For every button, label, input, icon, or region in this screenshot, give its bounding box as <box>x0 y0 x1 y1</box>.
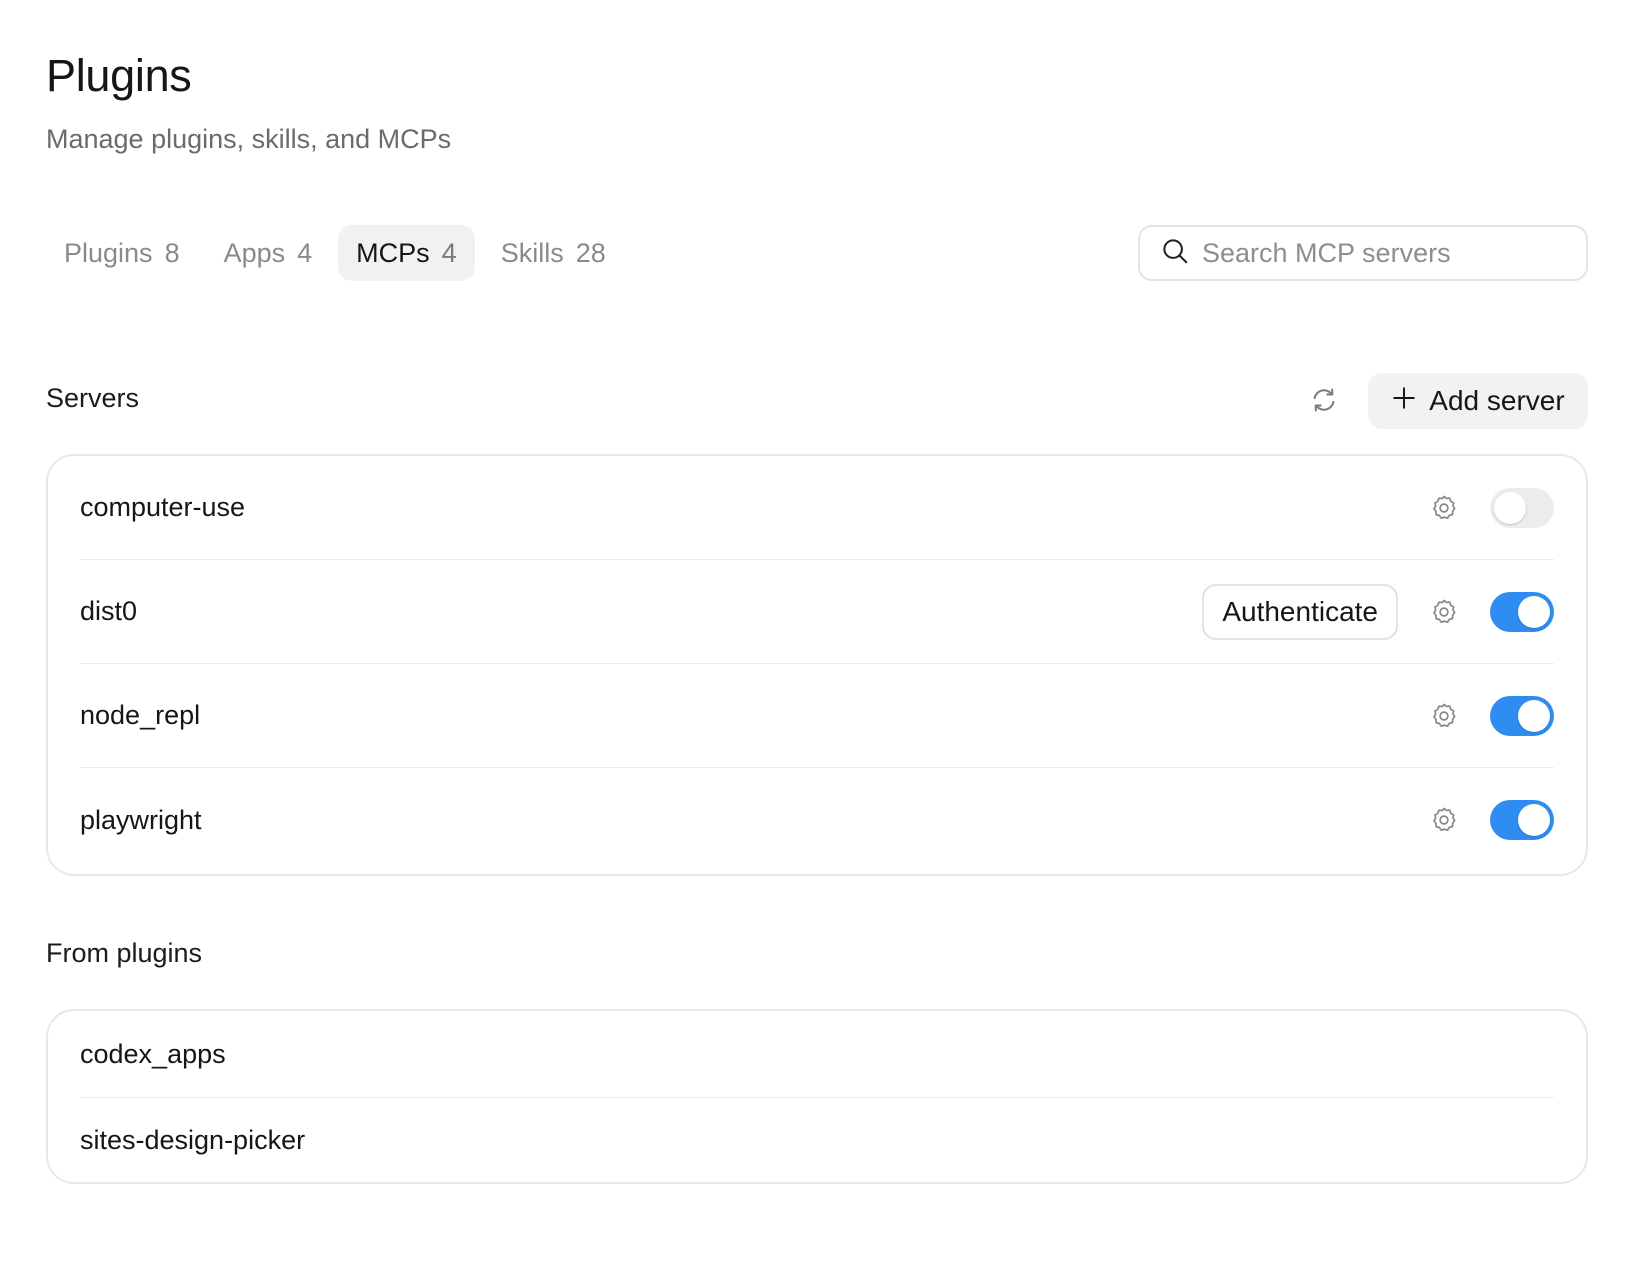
list-item: sites-design-picker <box>80 1098 1554 1182</box>
settings-button[interactable] <box>1428 804 1460 836</box>
add-server-button[interactable]: Add server <box>1368 373 1588 429</box>
search-box[interactable] <box>1138 225 1588 281</box>
server-name: playwright <box>80 804 202 835</box>
tab-label: MCPs <box>356 237 430 268</box>
tab-label: Skills <box>500 237 564 268</box>
page-subtitle: Manage plugins, skills, and MCPs <box>46 124 452 154</box>
row-actions <box>1428 456 1554 559</box>
plugin-server-name: sites-design-picker <box>80 1124 306 1155</box>
search-icon <box>1160 236 1190 271</box>
refresh-button[interactable] <box>1306 384 1342 420</box>
toggle-knob <box>1518 699 1550 732</box>
row-actions: Authenticate <box>1202 560 1554 663</box>
tab-bar: Plugins 8 Apps 4 MCPs 4 Skills 28 <box>46 225 624 281</box>
authenticate-button[interactable]: Authenticate <box>1202 583 1398 640</box>
toggle-knob <box>1494 491 1526 524</box>
server-toggle[interactable] <box>1490 591 1554 632</box>
tab-count: 4 <box>441 237 457 268</box>
server-row: node_repl <box>80 664 1554 767</box>
gear-icon <box>1433 703 1456 727</box>
server-row: dist0 Authenticate <box>80 560 1554 663</box>
gear-icon <box>1433 807 1456 832</box>
page-title: Plugins <box>46 50 192 101</box>
tab-mcps[interactable]: MCPs 4 <box>338 225 475 281</box>
tab-plugins[interactable]: Plugins 8 <box>46 225 198 281</box>
refresh-icon <box>1309 385 1339 420</box>
settings-button[interactable] <box>1428 596 1460 628</box>
server-toggle[interactable] <box>1490 695 1554 736</box>
tab-count: 8 <box>164 237 180 268</box>
toggle-knob <box>1518 595 1550 628</box>
servers-section-title: Servers <box>46 383 140 413</box>
list-item: codex_apps <box>80 1011 1554 1097</box>
tab-count: 4 <box>297 237 313 268</box>
tab-apps[interactable]: Apps 4 <box>206 225 331 281</box>
server-name: dist0 <box>80 596 138 626</box>
settings-button[interactable] <box>1428 700 1460 732</box>
gear-icon <box>1433 495 1456 519</box>
tab-count: 28 <box>575 237 606 268</box>
row-actions <box>1428 768 1554 872</box>
settings-button[interactable] <box>1428 492 1460 524</box>
servers-list: computer-use dist0 Authenticate node_rep… <box>46 454 1588 876</box>
tab-skills[interactable]: Skills 28 <box>483 225 624 281</box>
server-row: computer-use <box>80 456 1554 559</box>
plugin-servers-list: codex_apps sites-design-picker <box>46 1009 1588 1184</box>
server-toggle[interactable] <box>1490 800 1554 840</box>
search-input[interactable] <box>1202 237 1566 269</box>
server-toggle[interactable] <box>1490 487 1554 528</box>
server-name: node_repl <box>80 700 201 730</box>
plugin-server-name: codex_apps <box>80 1038 226 1069</box>
plus-icon <box>1391 385 1417 418</box>
tab-label: Apps <box>223 237 286 268</box>
row-actions <box>1428 664 1554 767</box>
tab-label: Plugins <box>64 237 153 268</box>
plugins-section-title: From plugins <box>46 938 203 968</box>
add-server-label: Add server <box>1429 385 1565 416</box>
server-row: playwright <box>80 768 1554 872</box>
toggle-knob <box>1518 804 1550 836</box>
gear-icon <box>1433 599 1456 623</box>
server-name: computer-use <box>80 492 246 522</box>
